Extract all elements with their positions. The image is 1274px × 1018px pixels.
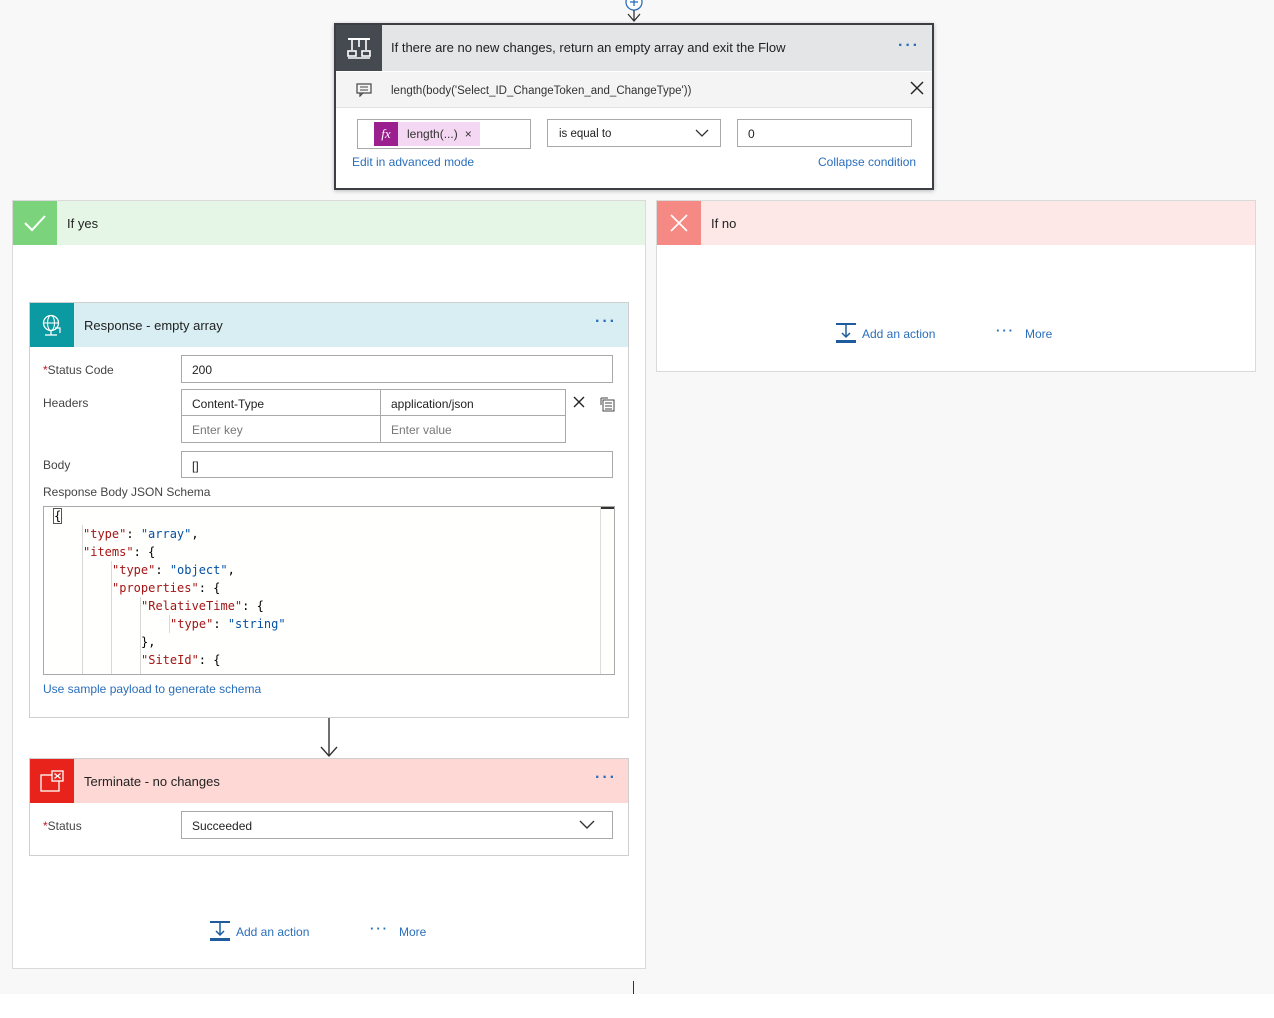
check-icon (13, 201, 57, 245)
canvas-bottom-strip (0, 994, 1274, 1018)
operator-value: is equal to (559, 128, 612, 140)
status-code-label: *Status Code (43, 363, 114, 377)
comment-icon[interactable] (356, 83, 372, 97)
body-label: Body (43, 458, 71, 472)
add-action-icon[interactable] (209, 920, 231, 942)
response-card: Response - empty array ··· *Status Code … (29, 302, 629, 718)
condition-icon (336, 25, 382, 71)
terminate-header[interactable]: Terminate - no changes ··· (30, 759, 628, 803)
no-add-action-button[interactable]: Add an action (862, 327, 935, 341)
yes-add-action-button[interactable]: Add an action (236, 925, 309, 939)
header-key-empty-input[interactable]: Enter key (181, 415, 381, 443)
condition-operator-dropdown[interactable]: is equal to (547, 119, 721, 147)
code-line: "type": "string" (170, 617, 286, 631)
insert-step-icon[interactable] (620, 0, 648, 24)
right-operand-value: 0 (748, 127, 755, 141)
value-placeholder: Enter value (391, 423, 452, 437)
code-line: "RelativeTime": { (141, 599, 264, 613)
code-line: "type": "object", (112, 563, 235, 577)
response-more-icon[interactable]: ··· (595, 313, 617, 331)
headers-label: Headers (43, 396, 89, 410)
terminate-title: Terminate - no changes (84, 774, 220, 789)
code-line: { (52, 508, 63, 524)
code-line: "type": "array", (83, 527, 199, 541)
no-more-button[interactable]: More (1025, 327, 1052, 341)
yes-branch-header[interactable]: If yes (13, 201, 645, 245)
body-input[interactable]: [] (181, 451, 613, 478)
header-key-value: Content-Type (192, 397, 265, 411)
yes-branch-title: If yes (67, 216, 99, 231)
header-value-empty-input[interactable]: Enter value (380, 415, 566, 443)
edit-advanced-mode-link[interactable]: Edit in advanced mode (352, 155, 474, 169)
connector-arrow-icon (320, 718, 338, 758)
yes-more-icon[interactable]: ··· (370, 921, 389, 936)
response-title: Response - empty array (84, 318, 223, 333)
header-value-value: application/json (391, 397, 474, 411)
condition-title: If there are no new changes, return an e… (391, 40, 786, 55)
condition-header[interactable]: If there are no new changes, return an e… (336, 25, 932, 71)
editor-scroll-thumb[interactable] (600, 507, 614, 509)
expression-token-label: length(...) (407, 127, 458, 141)
sample-payload-link[interactable]: Use sample payload to generate schema (43, 682, 261, 696)
code-line: "properties": { (112, 581, 221, 595)
condition-more-icon[interactable]: ··· (898, 37, 920, 55)
terminate-status-label-text: Status (47, 819, 82, 833)
fx-icon: fx (374, 122, 398, 146)
terminate-icon (30, 759, 74, 803)
condition-expression-row: length(body('Select_ID_ChangeToken_and_C… (336, 72, 932, 108)
condition-right-operand[interactable]: 0 (737, 119, 912, 147)
switch-to-text-mode-icon[interactable] (600, 396, 616, 412)
condition-card: If there are no new changes, return an e… (334, 23, 934, 190)
chevron-down-icon (695, 129, 709, 137)
condition-expression-text: length(body('Select_ID_ChangeToken_and_C… (391, 85, 692, 97)
no-more-icon[interactable]: ··· (996, 323, 1015, 338)
terminate-status-value: Succeeded (192, 819, 253, 833)
code-line: "SiteId": { (141, 653, 221, 667)
status-code-value: 200 (192, 363, 213, 377)
indent-guide (111, 561, 112, 674)
expression-token[interactable]: fx length(...) × (374, 122, 480, 146)
collapse-condition-link[interactable]: Collapse condition (818, 155, 916, 169)
code-line: "items": { (83, 545, 156, 559)
status-code-label-text: Status Code (47, 363, 114, 377)
yes-more-button[interactable]: More (399, 925, 426, 939)
close-icon[interactable] (910, 81, 924, 95)
no-branch-header[interactable]: If no (657, 201, 1255, 245)
condition-left-operand[interactable]: fx length(...) × (357, 119, 531, 149)
no-branch-title: If no (711, 216, 737, 231)
header-value-input[interactable]: application/json (380, 389, 566, 416)
bottom-connector (633, 981, 634, 994)
response-header[interactable]: Response - empty array ··· (30, 303, 628, 347)
remove-header-icon[interactable] (573, 396, 585, 408)
terminate-status-dropdown[interactable]: Succeeded (181, 811, 613, 839)
schema-editor[interactable]: { "type": "array", "items": { "type": "o… (43, 506, 615, 675)
schema-label: Response Body JSON Schema (43, 485, 211, 499)
status-code-input[interactable]: 200 (181, 355, 613, 383)
x-icon (657, 201, 701, 245)
token-remove-icon[interactable]: × (465, 127, 472, 141)
key-placeholder: Enter key (192, 423, 243, 437)
editor-scrollbar[interactable] (600, 507, 601, 674)
code-line: }, (141, 635, 156, 649)
terminate-more-icon[interactable]: ··· (595, 769, 617, 787)
add-action-icon[interactable] (835, 322, 857, 344)
chevron-down-icon (579, 820, 595, 829)
no-branch: If no Add an action ··· More (656, 200, 1256, 372)
header-key-input[interactable]: Content-Type (181, 389, 381, 416)
terminate-status-label: *Status (43, 819, 82, 833)
body-value: [] (192, 459, 199, 473)
globe-icon (30, 303, 74, 347)
terminate-card: Terminate - no changes ··· *Status Succe… (29, 758, 629, 856)
